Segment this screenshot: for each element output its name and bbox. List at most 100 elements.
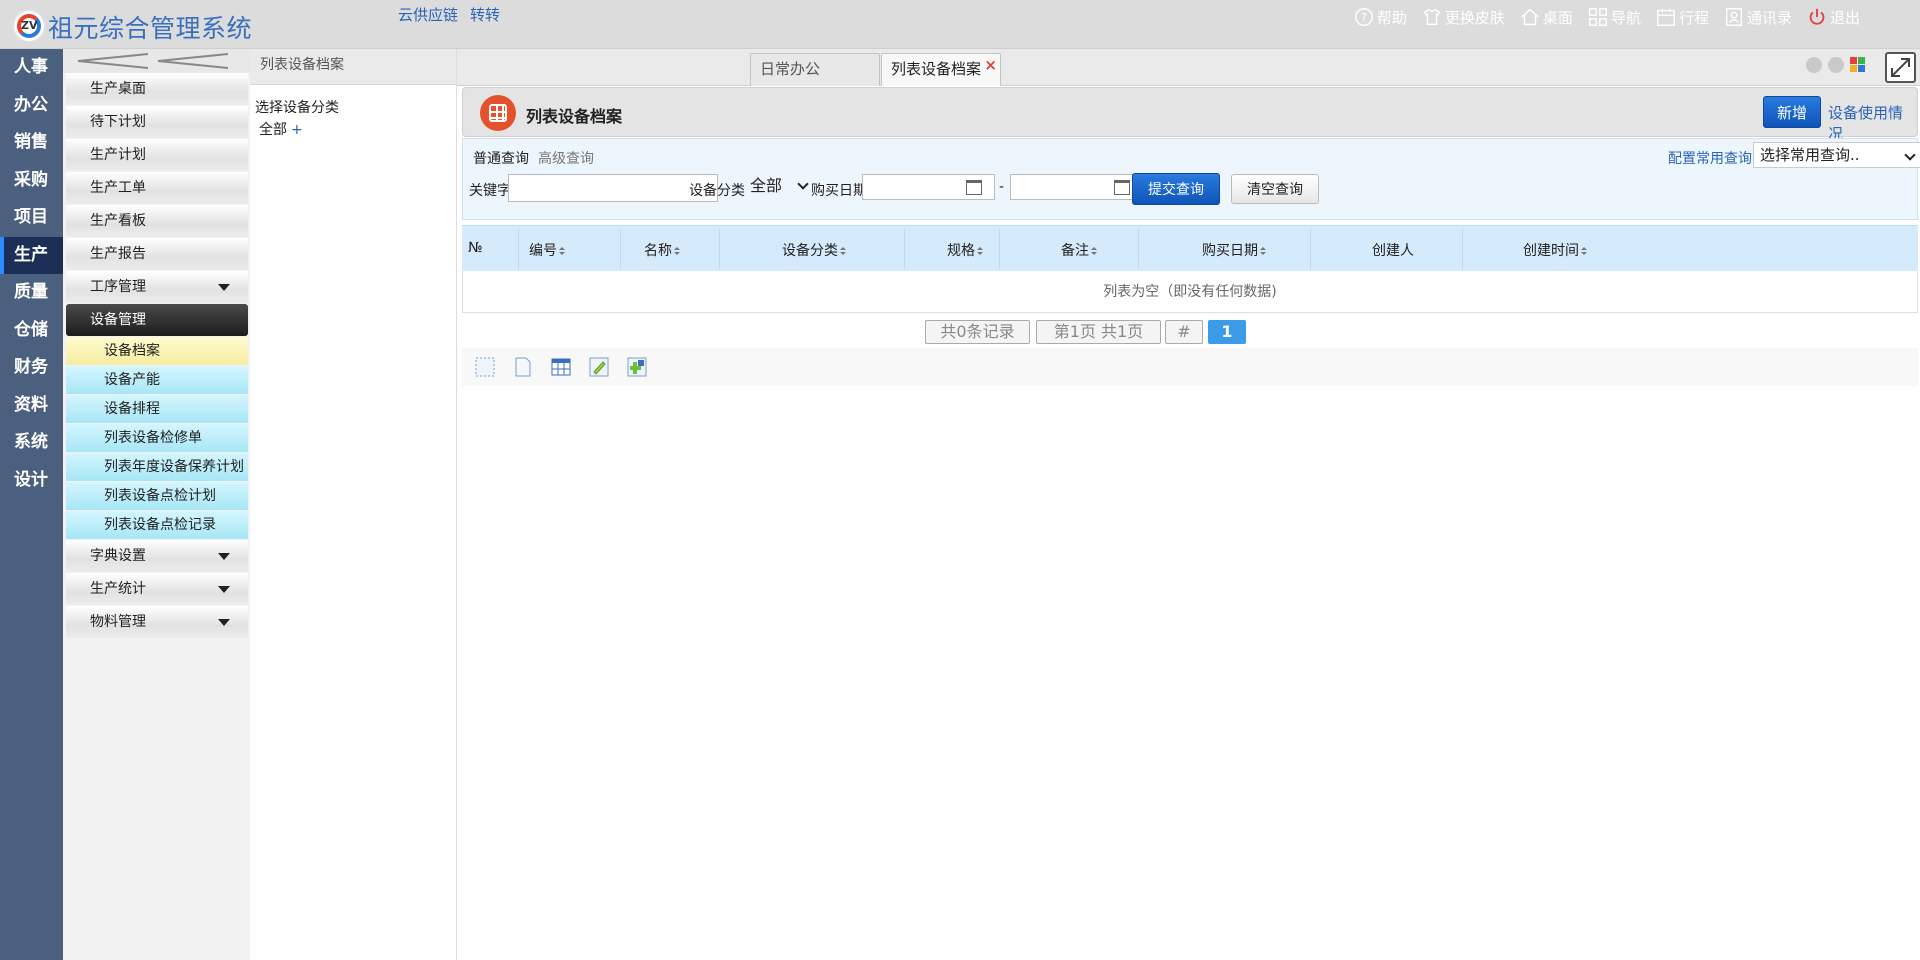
submenu-inspection-plan[interactable]: 列表设备点检计划 [66, 482, 248, 510]
logo-icon: ZV [12, 9, 46, 43]
col-name[interactable]: 名称 [644, 240, 680, 260]
column-divider [1310, 229, 1311, 269]
submenu-inspection-record[interactable]: 列表设备点检记录 [66, 511, 248, 539]
col-code[interactable]: 编号 [529, 240, 565, 260]
add-category-icon[interactable]: + [291, 122, 303, 138]
module-data[interactable]: 资料 [0, 387, 63, 425]
module-hr[interactable]: 人事 [0, 49, 63, 87]
module-office[interactable]: 办公 [0, 87, 63, 125]
submenu-statistics[interactable]: 生产统计 [66, 573, 248, 605]
col-spec[interactable]: 规格 [947, 240, 983, 260]
module-quality[interactable]: 质量 [0, 274, 63, 312]
tab-menu-icon[interactable] [1850, 57, 1865, 72]
navigation-button[interactable]: 导航 [1587, 6, 1641, 28]
submenu-equipment-repair[interactable]: 列表设备检修单 [66, 424, 248, 452]
supply-chain-link[interactable]: 云供应链 [398, 4, 458, 25]
settings-icon[interactable] [626, 356, 648, 378]
col-remark[interactable]: 备注 [1061, 240, 1097, 260]
category-title: 选择设备分类 [255, 100, 339, 116]
common-query-select[interactable]: 选择常用查询.. [1753, 142, 1920, 168]
zhuanzhuan-link[interactable]: 转转 [470, 4, 500, 25]
tab-normal-query[interactable]: 普通查询 [473, 148, 529, 168]
pagination: 共0条记录 第1页 共1页 # 1 [462, 318, 1918, 346]
submenu-dictionary[interactable]: 字典设置 [66, 540, 248, 572]
clear-query-button[interactable]: 清空查询 [1231, 174, 1319, 204]
submenu-production-desktop[interactable]: 生产桌面 [66, 73, 248, 105]
edit-icon[interactable] [588, 356, 610, 378]
tab-navigation [1806, 57, 1865, 73]
submenu-equipment-schedule[interactable]: 设备排程 [66, 395, 248, 423]
page-icon[interactable] [512, 356, 534, 378]
keyword-input[interactable] [508, 174, 718, 202]
caret-down-icon [218, 619, 230, 626]
col-category[interactable]: 设备分类 [782, 240, 846, 260]
production-submenu: 生产桌面 待下计划 生产计划 生产工单 生产看板 生产报告 工序管理 设备管理 … [63, 49, 250, 960]
query-panel: 普通查询 高级查询 配置常用查询 选择常用查询.. 关键字 设备分类 全部 购买… [462, 138, 1920, 220]
contact-icon [1725, 8, 1742, 26]
module-system[interactable]: 系统 [0, 424, 63, 462]
tab-daily-office[interactable]: 日常办公（new) [750, 53, 880, 109]
submenu-annual-maintenance[interactable]: 列表年度设备保养计划 [66, 453, 248, 481]
module-project[interactable]: 项目 [0, 199, 63, 237]
column-divider [620, 229, 621, 269]
tab-prev-icon[interactable] [1806, 57, 1822, 73]
change-skin-button[interactable]: 更换皮肤 [1421, 6, 1505, 28]
select-icon[interactable] [474, 356, 496, 378]
module-purchase[interactable]: 采购 [0, 162, 63, 200]
contacts-button[interactable]: 通讯录 [1723, 6, 1792, 28]
submenu-equipment-capacity[interactable]: 设备产能 [66, 366, 248, 394]
date-to-input[interactable] [1010, 174, 1143, 200]
date-from-input[interactable] [862, 174, 995, 200]
module-production[interactable]: 生产 [0, 236, 63, 274]
page-1-button[interactable]: 1 [1208, 320, 1246, 344]
purchase-date-label: 购买日期 [811, 183, 867, 199]
caret-down-icon [218, 586, 230, 593]
schedule-button[interactable]: 行程 [1655, 6, 1709, 28]
submenu-material[interactable]: 物料管理 [66, 606, 248, 638]
module-finance[interactable]: 财务 [0, 349, 63, 387]
empty-table-message: 列表为空（即没有任何数据) [462, 271, 1918, 313]
config-common-query-link[interactable]: 配置常用查询 [1668, 148, 1752, 168]
tab-next-icon[interactable] [1828, 57, 1844, 73]
grid-nav-icon [1589, 8, 1607, 26]
submenu-production-plan[interactable]: 生产计划 [66, 139, 248, 171]
submit-query-button[interactable]: 提交查询 [1132, 173, 1220, 205]
module-design[interactable]: 设计 [0, 462, 63, 500]
help-icon: ? [1354, 8, 1373, 26]
col-purchase-date[interactable]: 购买日期 [1202, 240, 1266, 260]
submenu-work-order[interactable]: 生产工单 [66, 172, 248, 204]
help-button[interactable]: ? 帮助 [1353, 6, 1407, 28]
submenu-kanban[interactable]: 生产看板 [66, 205, 248, 237]
col-create-time[interactable]: 创建时间 [1523, 240, 1587, 260]
add-button[interactable]: 新增 [1763, 96, 1821, 128]
submenu-process-management[interactable]: 工序管理 [66, 271, 248, 303]
fullscreen-button[interactable] [1885, 52, 1916, 83]
table-icon[interactable] [550, 356, 572, 378]
submenu-equipment-archive[interactable]: 设备档案 [66, 337, 248, 365]
calendar-icon[interactable] [966, 180, 982, 195]
submenu-pending-plan[interactable]: 待下计划 [66, 106, 248, 138]
top-bar: ZV 祖元综合管理系统 云供应链 转转 ? 帮助 更换皮肤 桌面 导航 行程 通… [0, 0, 1920, 49]
desktop-button[interactable]: 桌面 [1519, 6, 1573, 28]
column-divider [904, 229, 905, 269]
close-icon[interactable]: × [984, 50, 997, 81]
category-panel: 列表设备档案 选择设备分类 全部 + [250, 49, 457, 960]
submenu-production-report[interactable]: 生产报告 [66, 238, 248, 270]
category-all[interactable]: 全部 + [259, 119, 456, 139]
category-select[interactable]: 全部 [743, 172, 813, 200]
caret-down-icon [218, 284, 230, 291]
page-title: 列表设备档案 [526, 107, 623, 126]
page-jump-button[interactable]: # [1165, 320, 1203, 344]
module-warehouse[interactable]: 仓储 [0, 312, 63, 350]
module-sales[interactable]: 销售 [0, 124, 63, 162]
tab-equipment-archive[interactable]: 列表设备档案 × [881, 53, 1001, 86]
calendar-icon[interactable] [1114, 180, 1130, 195]
logout-button[interactable]: 退出 [1806, 6, 1860, 28]
tab-advanced-query[interactable]: 高级查询 [538, 148, 594, 168]
col-number: № [468, 240, 483, 256]
submenu-equipment-management[interactable]: 设备管理 [66, 304, 248, 336]
column-divider [1138, 229, 1139, 269]
collapse-menu-button[interactable] [63, 49, 250, 73]
sort-icon [674, 246, 680, 256]
column-divider [1462, 229, 1463, 269]
